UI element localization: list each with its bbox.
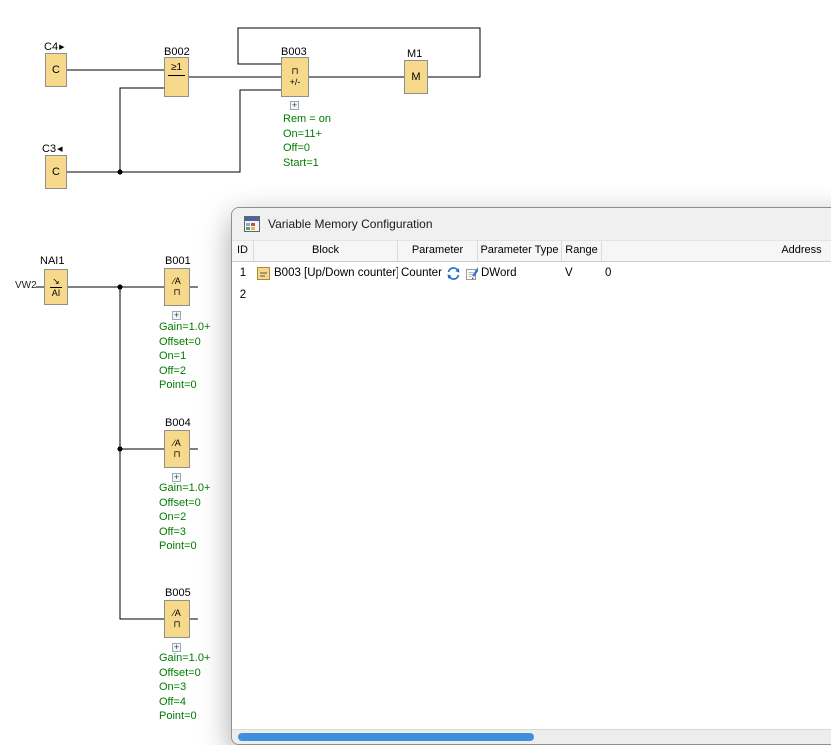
block-c4[interactable]: C: [45, 53, 67, 87]
cell-parameter-type[interactable]: DWord: [478, 267, 562, 279]
block-b004-analog-threshold[interactable]: ∕A ⊓: [164, 430, 190, 468]
table-header-row: ID Block Parameter Parameter Type Range …: [232, 240, 831, 262]
or-gate-symbol: ≥1: [168, 62, 185, 76]
header-parameter[interactable]: Parameter: [398, 241, 478, 261]
label-text: C4: [44, 41, 58, 53]
param-line: On=11+: [283, 127, 331, 142]
analog-input-symbol: AI: [52, 288, 61, 299]
param-line: Off=0: [283, 141, 331, 156]
dialog-titlebar[interactable]: Variable Memory Configuration: [232, 208, 831, 240]
threshold-ramp-symbol: ∕A: [173, 276, 181, 287]
refresh-icon[interactable]: [446, 266, 461, 281]
param-line: Gain=1.0+: [159, 481, 210, 496]
param-line: Offset=0: [159, 496, 210, 511]
b001-parameters: Gain=1.0+ Offset=0 On=1 Off=2 Point=0: [159, 320, 210, 393]
b005-parameters: Gain=1.0+ Offset=0 On=3 Off=4 Point=0: [159, 651, 210, 724]
label-text: C3: [42, 143, 56, 155]
block-b005-label: B005: [165, 587, 191, 599]
table-row[interactable]: 1 B003 [Up/Down counter] Counter: [232, 262, 831, 284]
counter-plusminus-symbol: +/-: [290, 77, 301, 88]
block-m1-marker[interactable]: M: [404, 60, 428, 94]
threshold-ramp-symbol: ∕A: [173, 438, 181, 449]
param-line: Off=4: [159, 695, 210, 710]
block-c3[interactable]: C: [45, 155, 67, 189]
b004-parameters: Gain=1.0+ Offset=0 On=2 Off=3 Point=0: [159, 481, 210, 554]
param-line: Offset=0: [159, 335, 210, 350]
param-line: Point=0: [159, 709, 210, 724]
cell-id[interactable]: 1: [232, 267, 254, 279]
header-parameter-type[interactable]: Parameter Type: [478, 241, 562, 261]
b003-parameters: Rem = on On=11+ Off=0 Start=1: [283, 112, 331, 170]
block-m1-label: M1: [407, 48, 422, 60]
block-nai1-label: NAI1: [40, 255, 64, 267]
block-c4-label: C4▶: [44, 41, 64, 53]
cell-parameter-text: Counter: [401, 267, 442, 279]
operand-vw2-label: VW2: [15, 280, 37, 291]
cursor-left-marker: ◀: [57, 146, 62, 153]
header-block[interactable]: Block: [254, 241, 398, 261]
block-mini-icon: [257, 267, 270, 280]
block-c3-label: C3◀: [42, 143, 62, 155]
cell-block[interactable]: B003 [Up/Down counter]: [254, 267, 398, 280]
dialog-title: Variable Memory Configuration: [268, 217, 433, 231]
cell-id[interactable]: 2: [232, 289, 254, 301]
param-line: Start=1: [283, 156, 331, 171]
b001-expand-icon[interactable]: +: [172, 311, 181, 320]
fbd-editor-canvas: { "canvas": { "labels": { "c4": "C4", "c…: [0, 0, 831, 742]
analog-arrow-symbol: ↘: [50, 276, 62, 288]
b003-expand-icon[interactable]: +: [290, 101, 299, 110]
param-line: On=3: [159, 680, 210, 695]
variable-memory-dialog: Variable Memory Configuration ID Block P…: [231, 207, 831, 745]
param-line: On=2: [159, 510, 210, 525]
block-b003-updown-counter[interactable]: ⊓ +/-: [281, 57, 309, 97]
header-id[interactable]: ID: [232, 241, 254, 261]
header-range[interactable]: Range: [562, 241, 602, 261]
block-b002-or-gate[interactable]: ≥1: [164, 57, 189, 97]
param-line: Offset=0: [159, 666, 210, 681]
counter-pulse-symbol: ⊓: [291, 66, 298, 77]
cursor-key-symbol: C: [52, 166, 60, 178]
param-line: On=1: [159, 349, 210, 364]
threshold-pulse-symbol: ⊓: [173, 449, 180, 460]
block-nai1-analog-input[interactable]: ↘ AI: [44, 269, 68, 305]
block-b001-label: B001: [165, 255, 191, 267]
block-b004-label: B004: [165, 417, 191, 429]
dialog-app-icon: [244, 216, 260, 232]
block-b005-analog-threshold[interactable]: ∕A ⊓: [164, 600, 190, 638]
param-line: Gain=1.0+: [159, 651, 210, 666]
header-address[interactable]: Address: [602, 241, 831, 261]
cell-block-text: B003 [Up/Down counter]: [274, 267, 398, 279]
table-row[interactable]: 2: [232, 284, 831, 306]
cursor-right-marker: ▶: [59, 44, 64, 51]
horizontal-scrollbar-thumb[interactable]: [238, 733, 534, 741]
threshold-ramp-symbol: ∕A: [173, 608, 181, 619]
cell-range[interactable]: V: [562, 267, 602, 279]
edit-pencil-icon[interactable]: [465, 266, 478, 281]
param-line: Point=0: [159, 378, 210, 393]
param-line: Gain=1.0+: [159, 320, 210, 335]
param-line: Rem = on: [283, 112, 331, 127]
block-b001-analog-threshold[interactable]: ∕A ⊓: [164, 268, 190, 306]
param-line: Off=3: [159, 525, 210, 540]
cursor-key-symbol: C: [52, 64, 60, 76]
threshold-pulse-symbol: ⊓: [173, 619, 180, 630]
marker-symbol: M: [411, 71, 420, 83]
param-line: Point=0: [159, 539, 210, 554]
cell-address[interactable]: 0: [602, 267, 831, 279]
cell-parameter[interactable]: Counter: [398, 266, 478, 281]
threshold-pulse-symbol: ⊓: [173, 287, 180, 298]
param-line: Off=2: [159, 364, 210, 379]
